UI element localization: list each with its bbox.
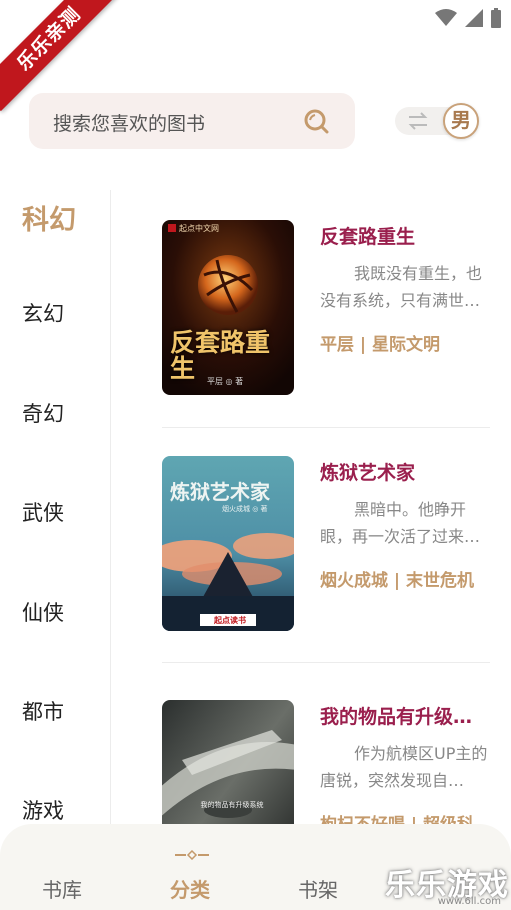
status-icons [435,8,501,28]
cover-title: 反套路重生 [170,328,271,383]
category-item-scifi[interactable]: 科幻 [22,198,76,237]
book-cover[interactable]: 炼狱艺术家 烟火成城 ◎ 著 起点读书 [162,456,294,631]
book-tags: 烟火成城 | 末世危机 [320,571,475,591]
book-item[interactable]: 炼狱艺术家 烟火成城 ◎ 著 起点读书 炼狱艺术家 黑暗中。他睁开眼，再一次活了… [162,456,490,632]
book-item[interactable]: 起点中文网 反套路重生 平层 ◎ 著 反套路重生 我既没有重生，也没有系统，只有… [162,220,490,396]
cover-badge: 起点中文网 [179,224,219,233]
book-tags: 平层 | 星际文明 [320,335,441,355]
book-description: 我既没有重生，也没有系统，只有满世… [320,264,483,310]
book-description: 作为航模区UP主的唐锐，突然发现自… [320,744,488,790]
gender-label: 男 [443,103,479,139]
book-item[interactable]: 我的物品有升级系统 我的物品有升级… 作为航模区UP主的唐锐，突然发现自… 枸杞… [162,700,490,826]
nav-tab-bookshelf[interactable]: 书架 [298,874,338,903]
book-description: 黑暗中。他睁开眼，再一次活了过来… [320,500,481,546]
search-placeholder: 搜索您喜欢的图书 [53,113,206,135]
category-item-qihuan[interactable]: 奇幻 [22,398,64,428]
divider [162,427,490,428]
cover-title: 炼狱艺术家 [170,480,270,504]
wifi-icon [435,9,457,26]
category-item-youxi[interactable]: 游戏 [22,795,64,825]
book-title[interactable]: 我的物品有升级… [320,702,472,729]
nav-tab-category[interactable]: 分类 [170,874,210,903]
divider [162,662,490,663]
bottom-nav: 书库 分类 书架 乐乐游戏 www.6ll.com [0,824,511,910]
book-title[interactable]: 炼狱艺术家 [320,458,415,485]
swap-icon [408,112,428,130]
category-item-xuanhuan[interactable]: 玄幻 [22,298,64,328]
book-title[interactable]: 反套路重生 [320,222,415,249]
cover-author: 平层 ◎ 著 [207,377,244,386]
search-input[interactable]: 搜索您喜欢的图书 [29,93,355,149]
active-tab-indicator-icon [175,850,209,860]
nav-tab-library[interactable]: 书库 [42,874,82,903]
category-sidebar: 科幻 玄幻 奇幻 武侠 仙侠 都市 游戏 [0,190,111,830]
book-cover[interactable]: 我的物品有升级系统 [162,700,294,826]
watermark-url: www.6ll.com [437,896,501,907]
category-item-xianxia[interactable]: 仙侠 [22,597,64,627]
battery-icon [491,8,501,28]
category-item-dushi[interactable]: 都市 [22,696,64,726]
cover-title: 我的物品有升级系统 [200,801,264,809]
gender-toggle[interactable]: 男 [395,103,481,139]
cover-badge: 起点读书 [214,616,246,625]
cover-author: 烟火成城 ◎ 著 [222,505,268,513]
book-cover[interactable]: 起点中文网 反套路重生 平层 ◎ 著 [162,220,294,395]
signal-icon [465,9,483,27]
category-item-wuxia[interactable]: 武侠 [22,497,64,527]
search-icon[interactable] [303,108,329,134]
